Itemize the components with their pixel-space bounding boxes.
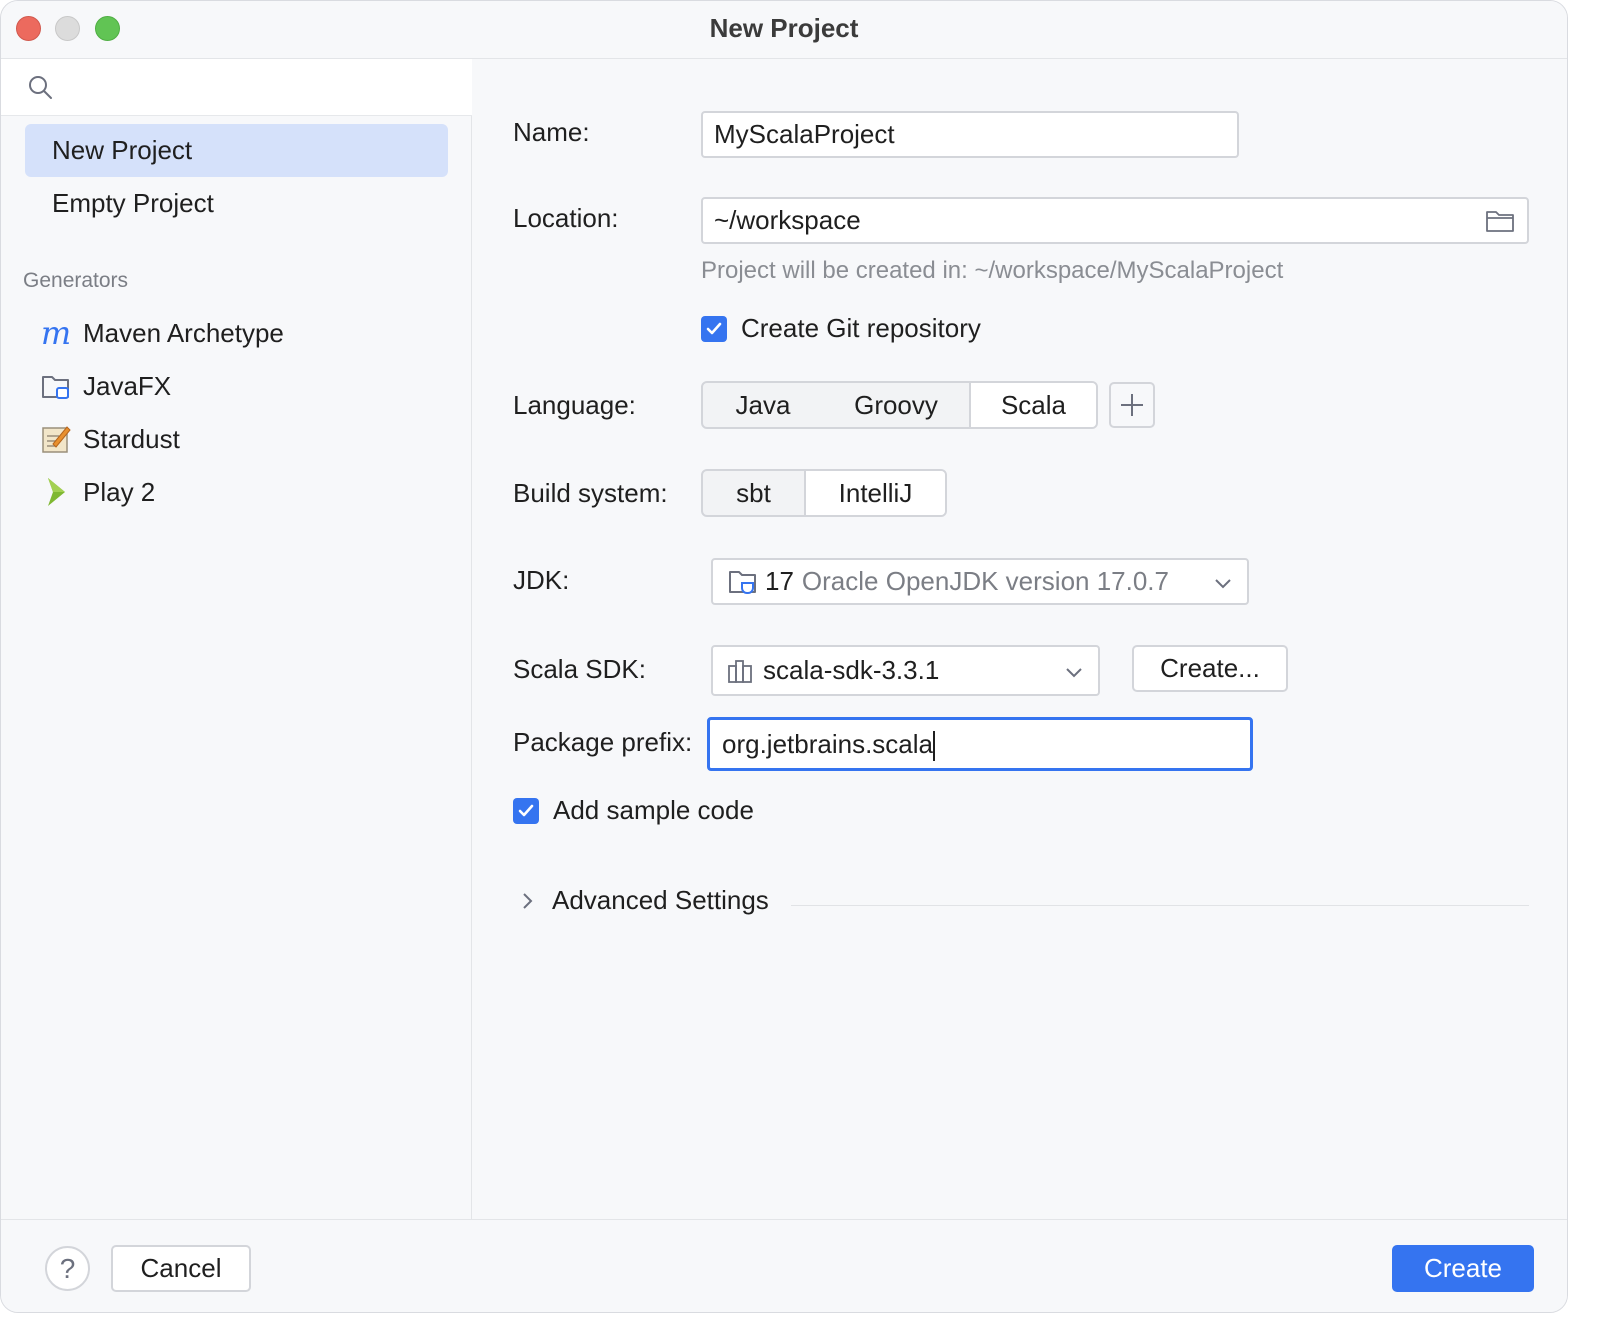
add-language-button[interactable]	[1109, 382, 1155, 428]
location-field-value: ~/workspace	[714, 205, 861, 235]
jdk-folder-icon	[729, 570, 756, 594]
add-sample-code-label: Add sample code	[553, 795, 754, 825]
package-prefix-value: org.jetbrains.scala	[722, 729, 933, 759]
new-project-dialog: New Project New Project Empty Project Ge…	[0, 0, 1568, 1313]
plus-icon	[1121, 394, 1143, 416]
jdk-dropdown[interactable]: 17 Oracle OpenJDK version 17.0.7	[711, 558, 1249, 605]
advanced-settings-label: Advanced Settings	[552, 885, 769, 915]
location-hint: Project will be created in: ~/workspace/…	[701, 257, 1284, 284]
window-title: New Project	[709, 13, 859, 43]
jdk-version: 17	[765, 566, 794, 596]
build-system-selector: sbt IntelliJ	[701, 469, 947, 517]
name-field[interactable]: MyScalaProject	[701, 111, 1239, 158]
language-option-scala[interactable]: Scala	[969, 383, 1096, 427]
maven-icon: m	[40, 314, 72, 352]
generator-label: Maven Archetype	[83, 318, 284, 348]
sidebar: New Project Empty Project Generators m M…	[1, 59, 472, 1219]
chevron-down-icon	[1066, 668, 1082, 678]
search-icon	[29, 76, 52, 99]
sidebar-item-label: Empty Project	[52, 188, 214, 218]
language-label: Language:	[513, 390, 636, 420]
chevron-right-icon	[523, 892, 533, 909]
location-label: Location:	[513, 203, 619, 233]
generator-javafx[interactable]: JavaFX	[39, 366, 171, 406]
scala-sdk-value: scala-sdk-3.3.1	[763, 655, 940, 685]
build-option-intellij[interactable]: IntelliJ	[804, 471, 945, 515]
help-button[interactable]: ?	[45, 1246, 90, 1291]
create-git-repository-checkbox[interactable]: Create Git repository	[701, 313, 981, 344]
chevron-down-icon	[1215, 579, 1231, 589]
language-option-groovy[interactable]: Groovy	[823, 383, 969, 427]
name-label: Name:	[513, 117, 590, 147]
dialog-footer: ? Cancel Create	[1, 1219, 1567, 1312]
location-field[interactable]: ~/workspace	[701, 197, 1529, 244]
cancel-button[interactable]: Cancel	[111, 1245, 251, 1292]
title-bar: New Project	[1, 1, 1567, 59]
add-sample-code-checkbox[interactable]: Add sample code	[513, 795, 754, 826]
checkbox-checked-icon	[513, 797, 539, 824]
text-cursor	[933, 731, 935, 762]
advanced-settings-divider	[791, 905, 1529, 906]
generator-label: Play 2	[83, 477, 156, 507]
language-selector: Java Groovy Scala	[701, 381, 1098, 429]
language-option-java[interactable]: Java	[703, 383, 823, 427]
generators-section-label: Generators	[23, 269, 129, 292]
javafx-folder-icon	[39, 369, 73, 403]
sidebar-item-empty-project[interactable]: Empty Project	[25, 177, 448, 230]
jdk-description: Oracle OpenJDK version 17.0.7	[801, 566, 1169, 596]
generator-label: Stardust	[83, 424, 180, 454]
sidebar-item-new-project[interactable]: New Project	[25, 124, 448, 177]
jdk-label: JDK:	[513, 565, 570, 595]
play2-icon	[39, 475, 73, 509]
sidebar-search-input[interactable]	[1, 59, 472, 116]
build-option-sbt[interactable]: sbt	[703, 471, 804, 515]
build-system-label: Build system:	[513, 478, 668, 508]
checkbox-checked-icon	[701, 315, 727, 342]
library-icon	[728, 659, 752, 683]
package-prefix-label: Package prefix:	[513, 727, 693, 757]
create-sdk-button[interactable]: Create...	[1132, 645, 1288, 692]
generator-maven-archetype[interactable]: m Maven Archetype	[39, 313, 284, 353]
advanced-settings-toggle[interactable]: Advanced Settings	[517, 885, 769, 916]
generator-stardust[interactable]: Stardust	[39, 419, 180, 459]
create-git-repository-label: Create Git repository	[741, 313, 981, 343]
browse-folder-icon[interactable]	[1485, 208, 1515, 234]
generator-label: JavaFX	[83, 371, 172, 401]
package-prefix-field[interactable]: org.jetbrains.scala	[707, 717, 1253, 771]
generator-play2[interactable]: Play 2	[39, 472, 155, 512]
name-field-value: MyScalaProject	[714, 119, 895, 149]
sidebar-item-label: New Project	[52, 135, 193, 165]
create-button[interactable]: Create	[1392, 1245, 1534, 1292]
stardust-icon	[39, 422, 73, 456]
scala-sdk-dropdown[interactable]: scala-sdk-3.3.1	[711, 645, 1100, 696]
scala-sdk-label: Scala SDK:	[513, 654, 646, 684]
